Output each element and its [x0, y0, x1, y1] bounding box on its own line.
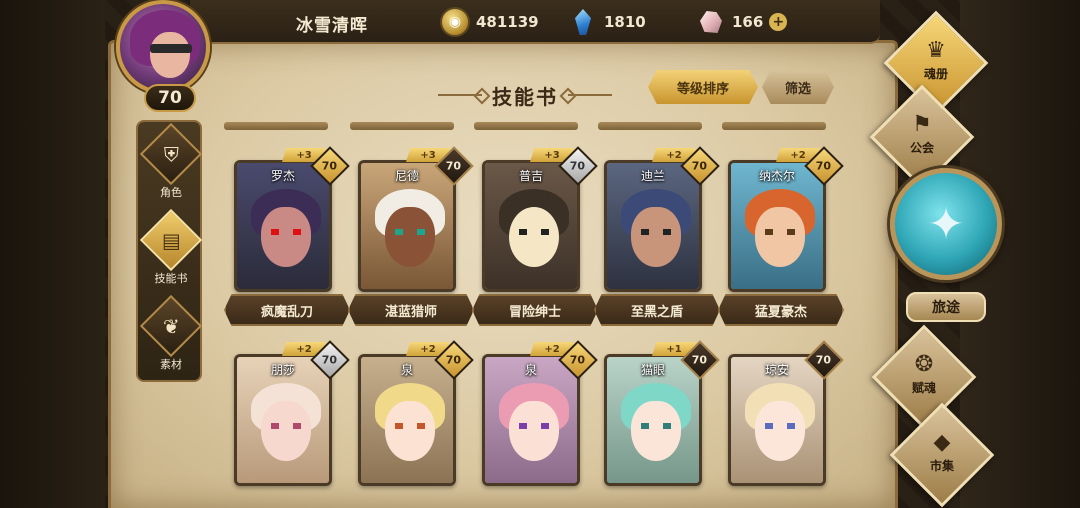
sort-by-level-button[interactable]: 等级排序 [648, 70, 758, 104]
nav-label: 市集 [929, 459, 954, 473]
crystal-resource[interactable]: 166 + [696, 6, 788, 38]
nav-label: 公会 [909, 141, 934, 155]
nav-market[interactable]: ◆ 市集 [889, 402, 995, 508]
title-ornament-left [438, 94, 482, 96]
journey-icon: ✦ [890, 168, 1002, 280]
hero-portrait: 泉 [358, 354, 456, 486]
skillbook-card[interactable]: 迪兰 +2 70 至黑之盾 [594, 146, 720, 330]
gold-coin-icon: ◉ [440, 7, 470, 37]
skillbook-card[interactable]: 泉 +2 70 [480, 340, 598, 508]
skill-name: 湛蓝猎师 [348, 294, 474, 326]
nav-label: 旅途 [906, 292, 986, 322]
skillbook-card[interactable]: 猫眼 +1 70 [602, 340, 720, 508]
materials-icon: ❦ [162, 313, 180, 338]
skill-name: 猛夏豪杰 [718, 294, 844, 326]
shelf-divider [722, 122, 826, 130]
tab-label: 角色 [160, 186, 182, 199]
tab-skillbooks[interactable]: ▤ 技能书 [138, 208, 204, 294]
player-name: 冰雪清晖 [296, 16, 368, 36]
title-ornament-right [568, 94, 612, 96]
market-icon: ◆ [933, 430, 951, 455]
nav-journey[interactable]: ✦ 旅途 [884, 164, 1008, 334]
hero-portrait: 尼德 [358, 160, 456, 292]
skillbook-card[interactable]: 尼德 +3 70 湛蓝猎师 [348, 146, 474, 330]
soul-flame-icon: ❂ [914, 352, 934, 377]
shelf-divider [350, 122, 454, 130]
tab-label: 素材 [160, 358, 182, 371]
skill-name: 疯魔乱刀 [224, 294, 350, 326]
tab-characters[interactable]: ⛨ 角色 [138, 122, 204, 208]
page-title: 技能书 [492, 84, 558, 109]
tab-materials[interactable]: ❦ 素材 [138, 294, 204, 380]
player-level-badge: 70 [144, 84, 196, 112]
hero-portrait: 琼安 [728, 354, 826, 486]
nav-guild[interactable]: ⚑ 公会 [869, 84, 975, 190]
guild-icon: ⚑ [912, 112, 932, 137]
shelf-divider [474, 122, 578, 130]
tab-label: 技能书 [154, 272, 188, 285]
skillbook-card[interactable]: 泉 +2 70 [356, 340, 474, 508]
skillbook-icon: ▤ [161, 228, 181, 252]
helmet-icon: ⛨ [163, 142, 179, 166]
gold-amount: 481139 [476, 13, 539, 31]
crystal-amount: 166 [732, 13, 764, 31]
skillbook-card[interactable]: 纳杰尔 +2 70 猛夏豪杰 [718, 146, 844, 330]
blue-gem-icon [568, 7, 598, 37]
shelf-divider [598, 122, 702, 130]
hero-portrait: 泉 [482, 354, 580, 486]
left-category-tabs: ⛨ 角色 ▤ 技能书 ❦ 素材 [136, 120, 204, 382]
hero-portrait: 普吉 [482, 160, 580, 292]
soulbook-icon: ♛ [926, 38, 946, 63]
nav-soul-infusion[interactable]: ❂ 赋魂 [871, 324, 977, 430]
hero-portrait: 迪兰 [604, 160, 702, 292]
add-crystal-button[interactable]: + [769, 13, 788, 31]
skill-name: 冒险绅士 [472, 294, 598, 326]
gem-amount: 1810 [604, 13, 646, 31]
nav-soulbook[interactable]: ♛ 魂册 [883, 10, 989, 116]
skillbook-card[interactable]: 琼安 70 [726, 340, 844, 508]
nav-label: 赋魂 [911, 381, 936, 395]
hero-portrait: 朋莎 [234, 354, 332, 486]
gold-resource: ◉ 481139 [440, 6, 539, 38]
skillbook-card[interactable]: 罗杰 +3 70 疯魔乱刀 [224, 146, 350, 330]
hero-portrait: 纳杰尔 [728, 160, 826, 292]
pink-crystal-icon [696, 7, 726, 37]
left-decor-rail [0, 0, 105, 508]
player-avatar[interactable] [116, 0, 210, 94]
hero-portrait: 猫眼 [604, 354, 702, 486]
skillbook-card[interactable]: 朋莎 +2 70 [232, 340, 350, 508]
page-title-area: 技能书 [420, 78, 630, 112]
gem-resource: 1810 [568, 6, 646, 38]
nav-label: 魂册 [923, 67, 948, 81]
hero-portrait: 罗杰 [234, 160, 332, 292]
skill-name: 至黑之盾 [594, 294, 720, 326]
skillbook-card[interactable]: 普吉 +3 70 冒险绅士 [472, 146, 598, 330]
filter-button[interactable]: 筛选 [762, 70, 834, 104]
shelf-divider [224, 122, 328, 130]
